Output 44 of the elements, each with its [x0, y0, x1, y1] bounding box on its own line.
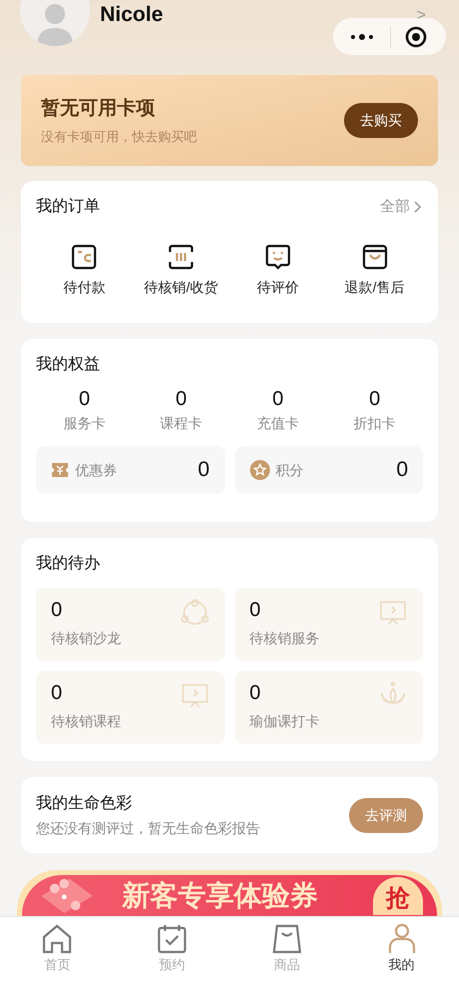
- grab-button[interactable]: 抢: [373, 877, 423, 915]
- tile-label: 优惠券: [75, 460, 118, 480]
- todo-tile[interactable]: 0 待核销沙龙: [36, 588, 224, 661]
- order-status-item[interactable]: 待核销/收货: [132, 243, 230, 298]
- section-title: 我的订单: [36, 196, 100, 217]
- benefit-stat[interactable]: 0 折扣卡: [326, 387, 423, 434]
- home-icon: [41, 923, 74, 955]
- chevron-right-icon: [413, 200, 423, 214]
- todo-tile[interactable]: 0 待核销服务: [234, 588, 423, 661]
- tile-value: 0: [396, 457, 408, 484]
- more-icon[interactable]: [350, 32, 376, 40]
- banner-subtitle: 没有卡项可用，快去购买吧: [41, 128, 198, 146]
- smile-message-icon: [264, 243, 292, 271]
- user-name: Nicole: [100, 2, 164, 28]
- calendar-icon: [156, 923, 188, 955]
- benefit-tile[interactable]: 积分 0: [234, 446, 423, 494]
- section-title: 我的权益: [36, 356, 100, 373]
- benefit-tile[interactable]: 优惠券 0: [36, 446, 224, 494]
- bag-icon: [360, 243, 389, 271]
- promo-title: 新客专享体验券: [122, 879, 318, 913]
- shopping-bag-icon: [270, 923, 303, 955]
- coupon-icon: [51, 461, 69, 479]
- order-status-item[interactable]: 待付款: [36, 243, 133, 298]
- benefit-stat[interactable]: 0 服务卡: [36, 387, 133, 434]
- tile-label: 积分: [276, 460, 304, 480]
- todo-tile[interactable]: 0 待核销课程: [36, 671, 224, 744]
- record-icon[interactable]: [405, 26, 427, 48]
- order-status-item[interactable]: 待评价: [230, 243, 326, 298]
- wallet-icon: [70, 243, 98, 271]
- benefit-stat[interactable]: 0 课程卡: [132, 387, 230, 434]
- banner-title: 暂无可用卡项: [41, 96, 156, 121]
- section-title: 我的生命色彩: [36, 794, 133, 814]
- promo-banner[interactable]: 新客专享体验券 抢: [17, 870, 442, 916]
- people-circle-icon: [180, 598, 210, 628]
- todo-tile[interactable]: 0 瑜伽课打卡: [234, 671, 423, 744]
- section-title: 我的待办: [36, 555, 100, 572]
- tile-value: 0: [198, 457, 210, 484]
- buy-button[interactable]: 去购买: [344, 103, 418, 138]
- order-status-item[interactable]: 退款/售后: [326, 243, 423, 298]
- benefit-stat[interactable]: 0 充值卡: [230, 387, 326, 434]
- tab-item[interactable]: 我的: [344, 917, 459, 981]
- star-badge-icon: [250, 460, 270, 480]
- section-subtitle: 您还没有测评过，暂无生命色彩报告: [36, 818, 261, 838]
- scan-icon: [167, 243, 196, 271]
